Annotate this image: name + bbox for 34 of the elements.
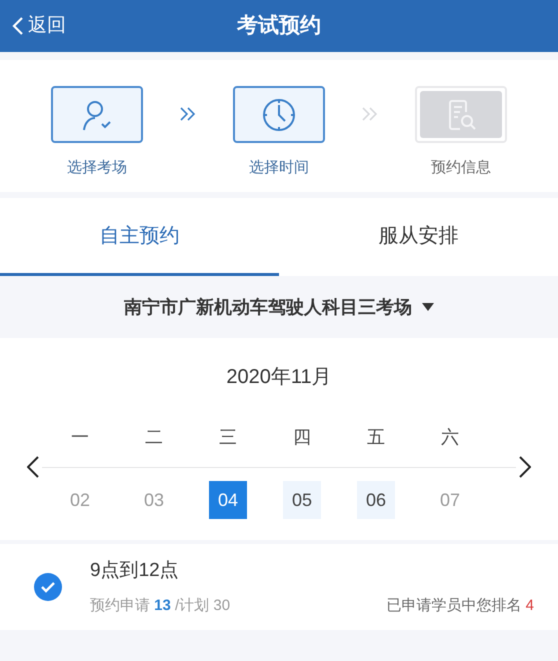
weekday-label: 二 xyxy=(144,426,164,449)
date-cell[interactable]: 07 xyxy=(431,481,469,519)
time-slot-row[interactable]: 9点到12点 预约申请 13 /计划 30 已申请学员中您排名 4 xyxy=(0,544,558,630)
weekday-label: 六 xyxy=(440,426,460,449)
step-label: 预约信息 xyxy=(431,158,491,178)
dropdown-caret-icon xyxy=(422,303,434,311)
slot-applications: 预约申请 13 /计划 30 xyxy=(90,596,230,616)
double-chevron-icon xyxy=(361,106,379,122)
tab[interactable]: 服从安排 xyxy=(279,198,558,276)
back-button[interactable]: 返回 xyxy=(12,0,66,52)
slot-checkbox[interactable] xyxy=(34,573,62,601)
venue-dropdown[interactable]: 南宁市广新机动车驾驶人科目三考场 xyxy=(0,276,558,338)
weekday-label: 三 xyxy=(218,426,238,449)
date-cell[interactable]: 02 xyxy=(61,481,99,519)
check-icon xyxy=(41,582,55,592)
slot-time: 9点到12点 xyxy=(90,558,180,582)
step-label: 选择时间 xyxy=(249,158,309,178)
date-cell[interactable]: 05 xyxy=(283,481,321,519)
date-cell[interactable]: 04 xyxy=(209,481,247,519)
month-label: 2020年11月 xyxy=(225,365,333,390)
chevron-right-icon xyxy=(519,456,531,478)
clock-icon xyxy=(261,96,297,132)
step-label: 选择考场 xyxy=(67,158,127,178)
weekday-label: 五 xyxy=(366,426,386,449)
page-title: 考试预约 xyxy=(237,13,321,40)
chevron-left-icon xyxy=(27,456,39,478)
weekday-label: 一 xyxy=(70,426,90,449)
slot-rank: 已申请学员中您排名 4 xyxy=(386,596,534,616)
double-chevron-icon xyxy=(179,106,197,122)
tab[interactable]: 自主预约 xyxy=(0,198,279,276)
date-cell[interactable]: 03 xyxy=(135,481,173,519)
weekday-label: 四 xyxy=(292,426,312,449)
date-cell[interactable]: 06 xyxy=(357,481,395,519)
back-icon xyxy=(12,16,24,36)
